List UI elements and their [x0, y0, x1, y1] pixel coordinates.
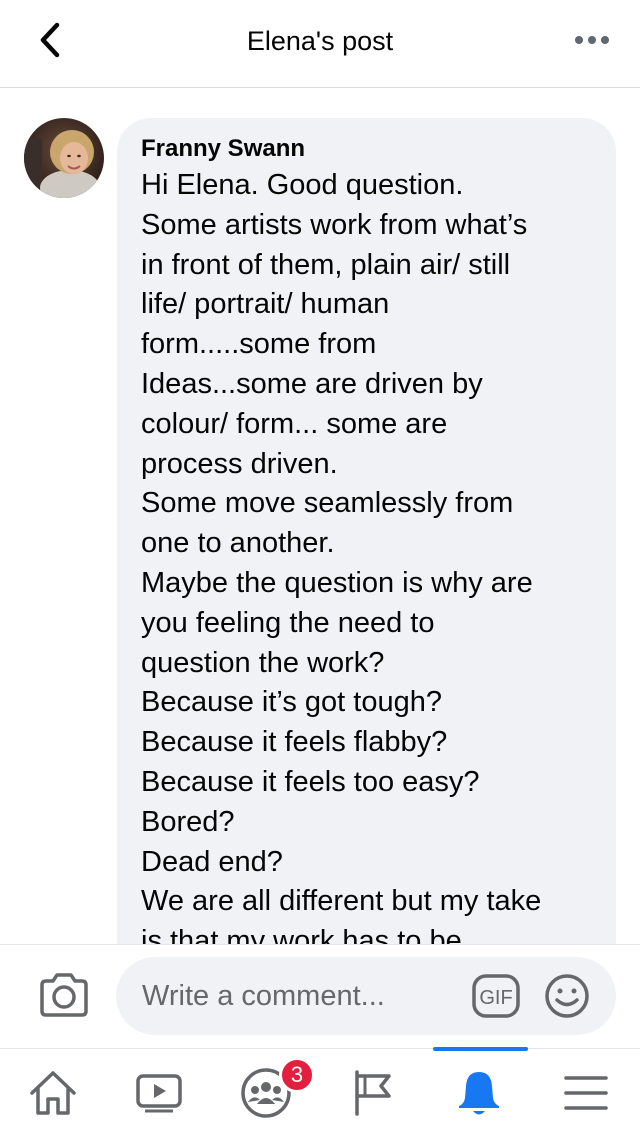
tab-watch[interactable]	[106, 1049, 212, 1136]
tab-pages[interactable]	[320, 1049, 426, 1136]
comment-line: one to another.	[141, 527, 335, 560]
comment-line: is that my work has to be	[141, 925, 462, 944]
profile-photo	[24, 118, 104, 198]
comment-line: Because it feels flabby?	[141, 726, 448, 759]
tab-home[interactable]	[0, 1049, 106, 1136]
comment-composer: Write a comment... GIF	[0, 944, 640, 1048]
smiley-icon	[545, 974, 589, 1018]
tab-menu[interactable]	[533, 1049, 639, 1136]
comment-thread: Franny Swann Hi Elena. Good question. So…	[0, 88, 640, 944]
emoji-button[interactable]	[544, 973, 590, 1019]
gif-label: GIF	[479, 987, 512, 1009]
comment-input[interactable]: Write a comment... GIF	[116, 957, 616, 1035]
more-horizontal-icon	[575, 36, 609, 44]
comment-line: We are all different but my take	[141, 885, 542, 918]
comment-line: form.....some from	[141, 328, 377, 361]
comment-line: question the work?	[141, 646, 385, 679]
groups-notification-badge: 3	[279, 1057, 315, 1093]
comment-line: you feeling the need to	[141, 606, 435, 639]
camera-button[interactable]	[38, 971, 90, 1019]
comment-line: colour/ form... some are	[141, 407, 448, 440]
video-icon	[136, 1074, 182, 1113]
flag-icon	[355, 1070, 391, 1116]
avatar[interactable]	[24, 118, 104, 198]
comment-line: Because it feels too easy?	[141, 765, 480, 798]
comment-line: Because it’s got tough?	[141, 686, 442, 719]
top-bar: Elena's post	[0, 0, 640, 88]
comment-line: Hi Elena. Good question.	[141, 169, 464, 201]
comment-line: Maybe the question is why are	[141, 566, 533, 599]
comment-line: Dead end?	[141, 845, 283, 878]
comment-author[interactable]: Franny Swann	[141, 134, 592, 164]
comment-line: Ideas...some are driven by	[141, 367, 483, 400]
comment-placeholder: Write a comment...	[142, 980, 385, 1012]
comment-text: Hi Elena. Good question. Some artists wo…	[141, 166, 592, 944]
bell-icon	[459, 1072, 499, 1115]
comment-line: Bored?	[141, 805, 235, 838]
gif-icon: GIF	[472, 974, 520, 1018]
comment-line: life/ portrait/ human	[141, 288, 390, 321]
comment-line: Some move seamlessly from	[141, 487, 514, 520]
gif-button[interactable]: GIF	[472, 974, 520, 1018]
more-options-button[interactable]	[572, 30, 612, 50]
comment-line: process driven.	[141, 447, 338, 480]
comment-line: in front of them, plain air/ still	[141, 248, 511, 281]
tab-notifications[interactable]	[426, 1049, 532, 1136]
camera-icon	[40, 973, 88, 1017]
menu-icon	[564, 1076, 608, 1110]
comment-bubble[interactable]: Franny Swann Hi Elena. Good question. So…	[117, 118, 616, 944]
bottom-tab-bar: 3	[0, 1047, 640, 1136]
comment-line: Some artists work from what’s	[141, 208, 528, 241]
home-icon	[30, 1071, 76, 1115]
page-title: Elena's post	[246, 26, 394, 56]
